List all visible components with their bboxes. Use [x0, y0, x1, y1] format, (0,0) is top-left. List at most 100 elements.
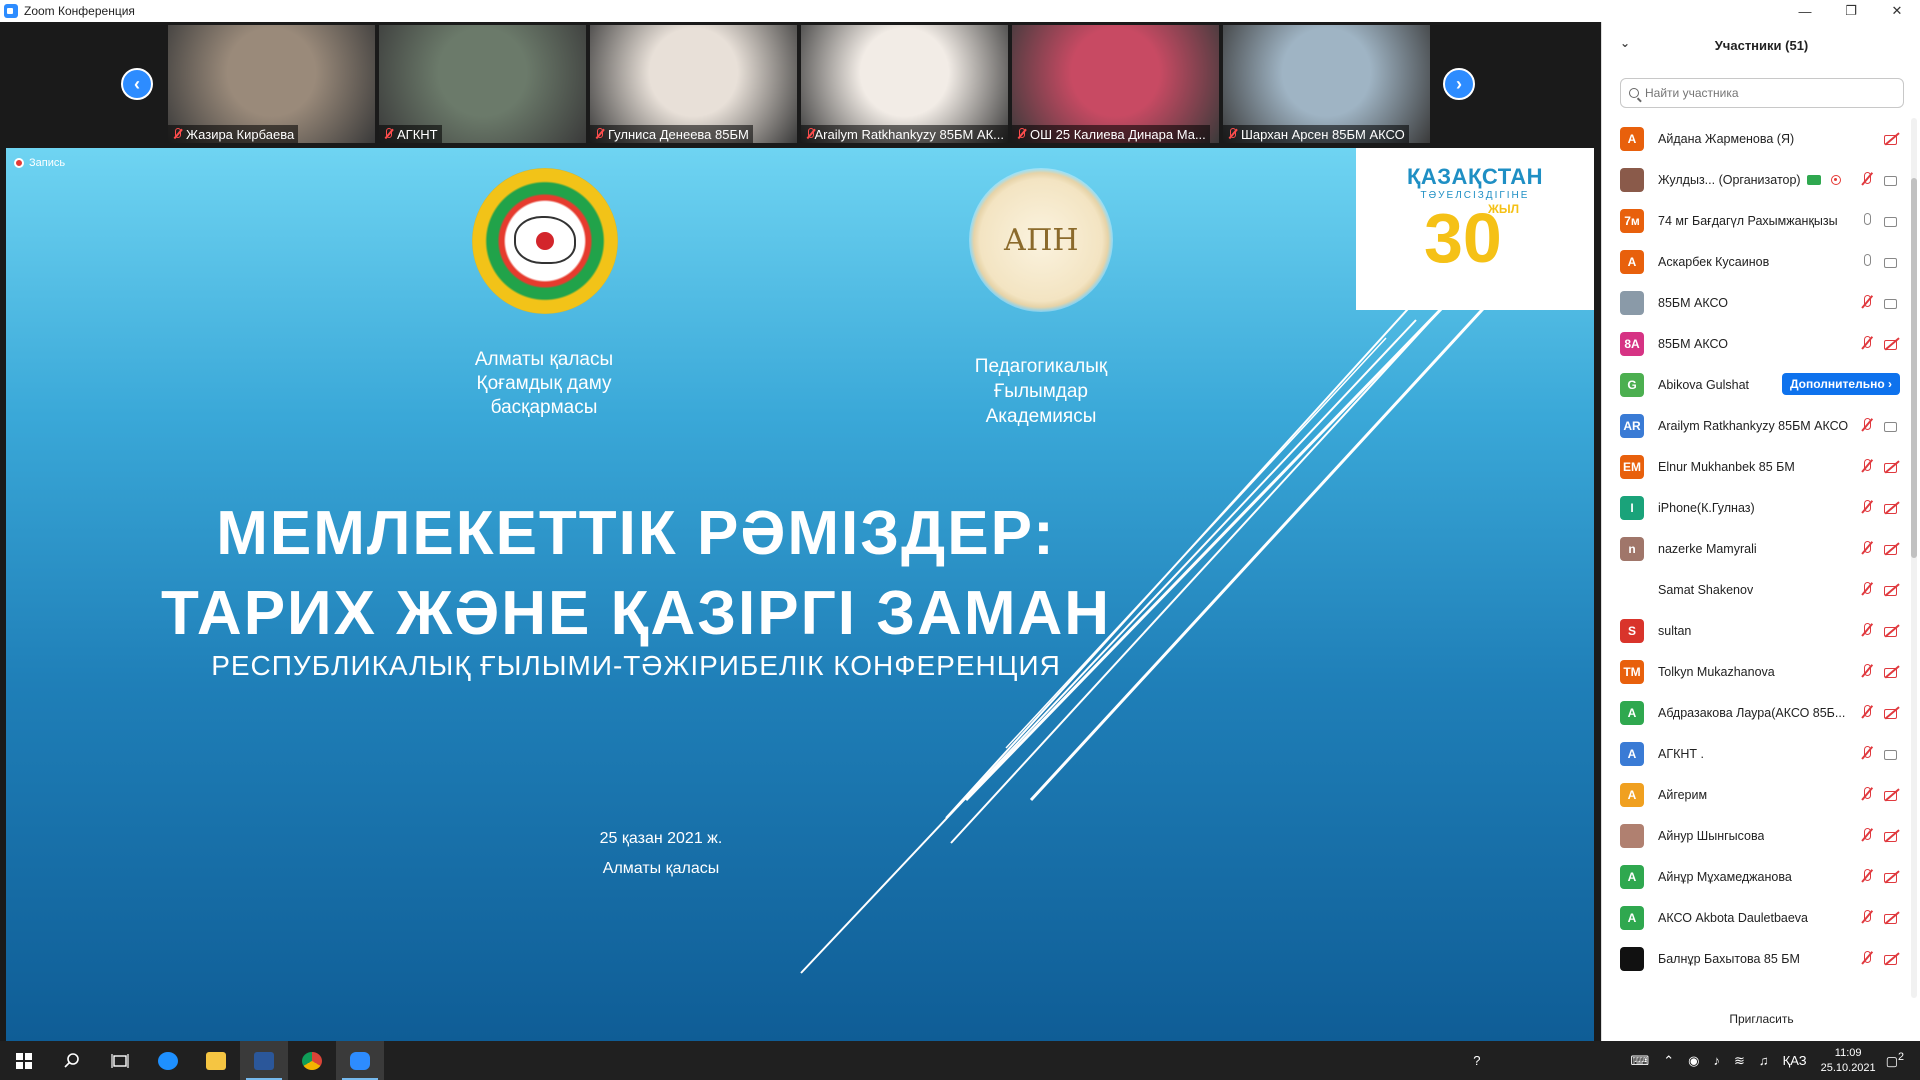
mic-muted-icon[interactable] — [1860, 541, 1874, 557]
participant-search[interactable] — [1620, 78, 1904, 108]
camera-off-icon[interactable] — [1884, 459, 1900, 475]
mic-muted-icon[interactable] — [1860, 787, 1874, 803]
camera-off-icon[interactable] — [1884, 951, 1900, 967]
camera-icon[interactable] — [1884, 295, 1900, 311]
participant-row[interactable]: Балнұр Бахытова 85 БМ — [1602, 938, 1910, 979]
participant-row[interactable]: IiPhone(К.Гулназ) — [1602, 487, 1910, 528]
camera-icon[interactable] — [1884, 213, 1900, 229]
tray-chevron-icon[interactable]: ⌃ — [1663, 1053, 1674, 1069]
mic-icon[interactable] — [1860, 254, 1874, 270]
participant-row[interactable]: А Айдана Жарменова (Я) — [1602, 118, 1910, 159]
volume-icon[interactable]: ♫ — [1759, 1053, 1769, 1068]
invite-button[interactable]: Пригласить — [1719, 1007, 1803, 1031]
participant-row[interactable]: AR Arailym Ratkhankyzy 85БМ АКСО — [1602, 405, 1910, 446]
camera-off-icon[interactable] — [1884, 869, 1900, 885]
wifi-icon[interactable]: ≋ — [1734, 1053, 1745, 1069]
participant-row[interactable]: Жулдыз... (Организатор) — [1602, 159, 1910, 200]
camera-off-icon[interactable] — [1884, 705, 1900, 721]
camera-off-icon[interactable] — [1884, 336, 1900, 352]
camera-off-icon[interactable] — [1884, 828, 1900, 844]
camera-off-icon[interactable] — [1884, 910, 1900, 926]
mic-icon[interactable] — [1860, 213, 1874, 229]
participant-row[interactable]: А Аскарбек Кусаинов — [1602, 241, 1910, 282]
participant-row[interactable]: 85БМ АКСО — [1602, 282, 1910, 323]
video-thumbnail[interactable]: Шархан Арсен 85БМ АКСО — [1223, 25, 1430, 143]
camera-off-icon[interactable] — [1884, 582, 1900, 598]
help-icon[interactable]: ? — [1473, 1053, 1480, 1068]
notification-center-icon[interactable]: ▢2 — [1886, 1051, 1904, 1069]
camera-off-icon[interactable] — [1884, 787, 1900, 803]
search-taskbar-button[interactable] — [48, 1041, 96, 1080]
participant-row[interactable]: EM Elnur Mukhanbek 85 БМ — [1602, 446, 1910, 487]
participant-status-icons — [1860, 459, 1900, 475]
video-thumbnail[interactable]: АГКНТ — [379, 25, 586, 143]
mic-muted-icon[interactable] — [1860, 951, 1874, 967]
camera-icon[interactable] — [1884, 172, 1900, 188]
close-button[interactable]: ✕ — [1874, 0, 1920, 22]
mic-muted-icon[interactable] — [1860, 705, 1874, 721]
camera-icon[interactable] — [1884, 254, 1900, 270]
camera-off-icon[interactable] — [1884, 131, 1900, 147]
participant-row[interactable]: Айнур Шынгысова — [1602, 815, 1910, 856]
next-page-button[interactable]: › — [1443, 68, 1475, 100]
mic-muted-icon[interactable] — [1860, 459, 1874, 475]
language-indicator[interactable]: ҚАЗ — [1783, 1053, 1807, 1068]
mic-muted-icon[interactable] — [1860, 172, 1874, 188]
prev-page-button[interactable]: ‹ — [121, 68, 153, 100]
recording-indicator[interactable]: Запись — [14, 157, 65, 169]
windows-taskbar: ? ⌨ ⌃ ◉ ♪ ≋ ♫ ҚАЗ 11:09 25.10.2021 ▢2 — [0, 1041, 1920, 1080]
taskbar-clock[interactable]: 11:09 25.10.2021 — [1821, 1046, 1876, 1076]
participant-row[interactable]: 7м 74 мг Бағдагүл Рахымжанқызы — [1602, 200, 1910, 241]
camera-tray-icon[interactable]: ◉ — [1688, 1053, 1699, 1069]
video-thumbnail[interactable]: Жазира Кирбаева — [168, 25, 375, 143]
participant-row[interactable]: А Айгерим — [1602, 774, 1910, 815]
camera-off-icon[interactable] — [1884, 664, 1900, 680]
participant-row[interactable]: n nazerke Mamyrali — [1602, 528, 1910, 569]
participant-row[interactable]: А АГКНТ . — [1602, 733, 1910, 774]
camera-icon[interactable] — [1884, 746, 1900, 762]
more-options-button[interactable]: Дополнительно › — [1781, 373, 1900, 395]
keyboard-icon[interactable]: ⌨ — [1630, 1053, 1649, 1069]
taskbar-app-explorer[interactable] — [192, 1041, 240, 1080]
mic-muted-icon[interactable] — [1860, 418, 1874, 434]
start-button[interactable] — [0, 1041, 48, 1080]
taskbar-app-chrome[interactable] — [288, 1041, 336, 1080]
mic-muted-icon[interactable] — [1860, 500, 1874, 516]
maximize-button[interactable]: ❐ — [1828, 0, 1874, 22]
participant-row[interactable]: Ssultan — [1602, 610, 1910, 651]
minimize-button[interactable]: — — [1782, 0, 1828, 22]
camera-off-icon[interactable] — [1884, 541, 1900, 557]
mic-tray-icon[interactable]: ♪ — [1714, 1053, 1721, 1068]
participant-row[interactable]: G Abikova Gulshat Дополнительно › — [1602, 364, 1910, 405]
video-thumbnail[interactable]: Arailym Ratkhankyzy 85БМ АК... — [801, 25, 1008, 143]
mic-muted-icon[interactable] — [1860, 582, 1874, 598]
participant-row[interactable]: TM Tolkyn Mukazhanova — [1602, 651, 1910, 692]
search-input[interactable] — [1645, 86, 1885, 100]
camera-off-icon[interactable] — [1884, 623, 1900, 639]
mic-muted-icon[interactable] — [1860, 746, 1874, 762]
mic-muted-icon[interactable] — [1860, 869, 1874, 885]
collapse-chevron-icon[interactable]: ⌄ — [1620, 36, 1630, 50]
participant-row[interactable]: Samat Shakenov — [1602, 569, 1910, 610]
mic-muted-icon[interactable] — [1860, 664, 1874, 680]
participant-row[interactable]: А Айнұр Мұхамеджанова — [1602, 856, 1910, 897]
camera-off-icon[interactable] — [1884, 500, 1900, 516]
mic-muted-icon[interactable] — [1860, 623, 1874, 639]
participant-scrollbar[interactable] — [1911, 118, 1917, 998]
mic-muted-icon[interactable] — [1860, 336, 1874, 352]
video-thumbnail[interactable]: ОШ 25 Калиева Динара Ма... — [1012, 25, 1219, 143]
participant-status-icons — [1860, 582, 1900, 598]
mic-muted-icon[interactable] — [1860, 828, 1874, 844]
taskbar-app-word[interactable] — [240, 1041, 288, 1080]
taskbar-app-settings[interactable] — [144, 1041, 192, 1080]
camera-icon[interactable] — [1884, 418, 1900, 434]
participant-row[interactable]: А АКСО Akbota Dauletbaeva — [1602, 897, 1910, 938]
taskbar-app-zoom[interactable] — [336, 1041, 384, 1080]
participant-row[interactable]: А Абдразакова Лаура(АКСО 85Б... — [1602, 692, 1910, 733]
mic-muted-icon[interactable] — [1860, 295, 1874, 311]
participant-row[interactable]: 8А 85БМ АКСО — [1602, 323, 1910, 364]
task-view-button[interactable] — [96, 1041, 144, 1080]
mic-muted-icon[interactable] — [1860, 910, 1874, 926]
video-thumbnail[interactable]: Гулниса Денеева 85БМ — [590, 25, 797, 143]
scrollbar-thumb[interactable] — [1911, 178, 1917, 558]
